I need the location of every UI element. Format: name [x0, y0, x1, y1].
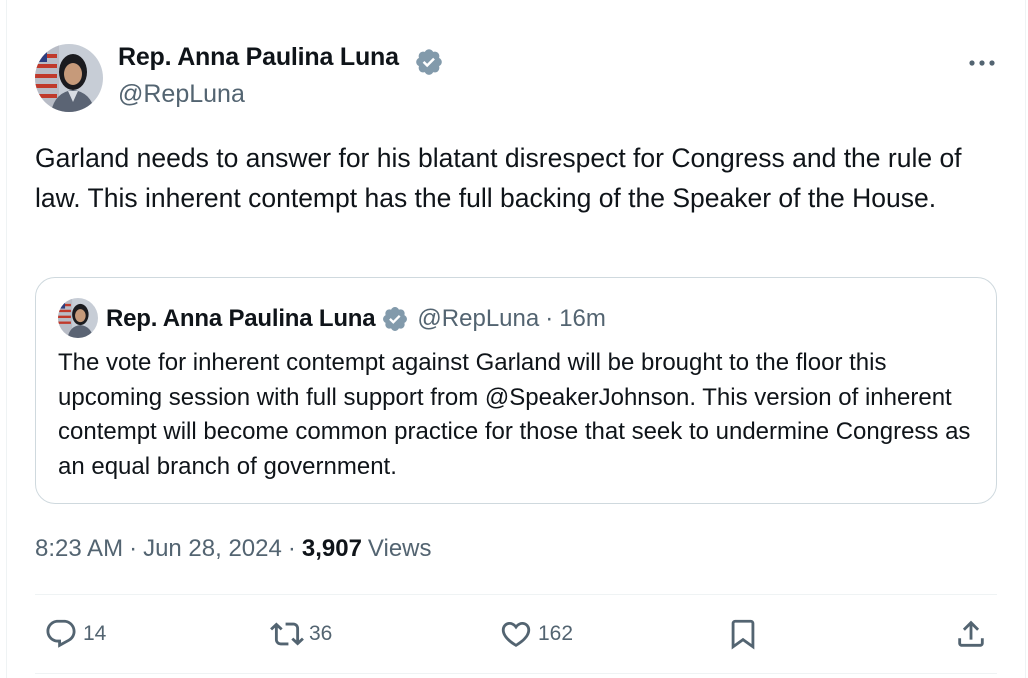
author-handle[interactable]: @RepLuna	[118, 80, 245, 109]
reply-button[interactable]: 14	[44, 614, 106, 654]
like-count: 162	[538, 622, 574, 645]
share-icon	[958, 620, 984, 647]
like-button[interactable]: 162	[499, 614, 573, 654]
verified-badge-icon[interactable]	[381, 305, 409, 333]
tweet-meta: 8:23 AM · Jun 28, 2024 · 3,907 Views	[35, 532, 432, 566]
quote-tweet-card[interactable]: Rep. Anna Paulina Luna @RepLuna · 16m Th…	[35, 277, 997, 504]
views-count[interactable]: 3,907	[302, 535, 362, 563]
reply-icon	[46, 619, 76, 648]
more-horizontal-icon	[969, 60, 995, 66]
views-label: Views	[367, 535, 432, 562]
divider	[35, 594, 997, 595]
quote-header: Rep. Anna Paulina Luna @RepLuna · 16m	[106, 303, 606, 335]
quote-separator: ·	[545, 305, 554, 332]
avatar-image	[58, 298, 98, 338]
avatar-image	[35, 44, 103, 112]
tweet-text: Garland needs to answer for his blatant …	[35, 143, 962, 213]
retweet-button[interactable]: 36	[270, 614, 332, 654]
more-options-button[interactable]	[962, 50, 1002, 76]
quote-timestamp[interactable]: 16m	[559, 305, 606, 333]
quote-author-avatar[interactable]	[58, 298, 98, 338]
meta-separator: ·	[287, 535, 296, 562]
author-name[interactable]: Rep. Anna Paulina Luna	[118, 43, 399, 72]
author-avatar[interactable]	[35, 44, 103, 112]
quote-author-name[interactable]: Rep. Anna Paulina Luna	[106, 305, 376, 333]
retweet-icon	[270, 622, 304, 646]
heart-icon	[501, 621, 531, 647]
meta-separator: ·	[129, 535, 138, 562]
quote-author-handle[interactable]: @RepLuna	[417, 305, 539, 333]
bookmark-icon	[731, 619, 755, 650]
divider	[35, 673, 997, 674]
verified-badge-icon[interactable]	[414, 47, 444, 77]
quote-tweet-text: The vote for inherent contempt against G…	[58, 349, 971, 480]
tweet-date[interactable]: Jun 28, 2024	[143, 535, 282, 563]
bookmark-button[interactable]	[726, 614, 760, 654]
share-button[interactable]	[954, 614, 988, 654]
retweet-count: 36	[309, 622, 333, 645]
tweet-time[interactable]: 8:23 AM	[35, 535, 123, 563]
reply-count: 14	[83, 622, 107, 645]
